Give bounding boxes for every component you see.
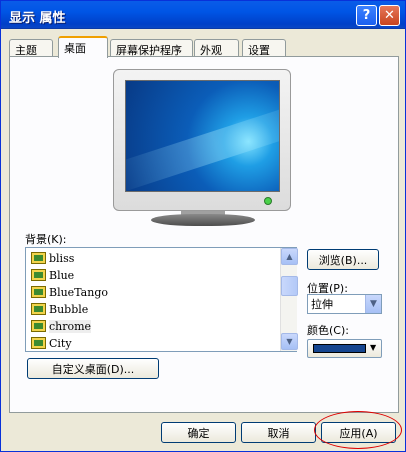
image-file-icon bbox=[31, 286, 46, 298]
chevron-down-icon: ▼ bbox=[370, 343, 377, 352]
customize-desktop-button[interactable]: 自定义桌面(D)... bbox=[27, 358, 159, 379]
list-item[interactable]: Blue bbox=[31, 267, 74, 283]
list-item[interactable]: Bubble bbox=[31, 301, 88, 317]
help-button[interactable]: ? bbox=[356, 5, 377, 26]
ok-button[interactable]: 确定 bbox=[161, 422, 236, 443]
color-swatch bbox=[313, 344, 366, 353]
chevron-down-icon[interactable]: ▼ bbox=[365, 295, 381, 313]
image-file-icon bbox=[31, 320, 46, 332]
color-picker-button[interactable]: ▼ bbox=[307, 339, 382, 358]
background-listbox[interactable]: bliss Blue BlueTango Bubble chrome City … bbox=[25, 247, 298, 352]
help-icon: ? bbox=[362, 8, 371, 23]
scroll-thumb[interactable] bbox=[281, 276, 298, 296]
browse-button[interactable]: 浏览(B)... bbox=[307, 249, 379, 270]
cancel-button[interactable]: 取消 bbox=[241, 422, 316, 443]
image-file-icon bbox=[31, 337, 46, 349]
window-title: 显示 属性 bbox=[9, 11, 66, 26]
scroll-up-icon[interactable]: ▲ bbox=[281, 248, 298, 265]
position-select[interactable]: 拉伸 ▼ bbox=[307, 294, 382, 314]
power-led-icon bbox=[264, 197, 272, 205]
image-file-icon bbox=[31, 269, 46, 281]
tab-themes[interactable]: 主题 bbox=[9, 39, 53, 57]
monitor-stand bbox=[151, 214, 255, 226]
list-item[interactable]: City bbox=[31, 335, 72, 351]
image-file-icon bbox=[31, 252, 46, 264]
close-icon: ✕ bbox=[384, 8, 395, 23]
tab-desktop[interactable]: 桌面 bbox=[58, 36, 108, 58]
tab-settings[interactable]: 设置 bbox=[242, 39, 286, 57]
list-item[interactable]: BlueTango bbox=[31, 284, 108, 300]
position-value: 拉伸 bbox=[311, 298, 333, 311]
title-bar[interactable]: 显示 属性 ? ✕ bbox=[1, 1, 405, 29]
list-item-selected[interactable]: chrome bbox=[31, 318, 92, 334]
color-label: 颜色(C): bbox=[307, 324, 349, 337]
list-item[interactable]: bliss bbox=[31, 250, 74, 266]
background-label: 背景(K): bbox=[25, 233, 67, 246]
image-file-icon bbox=[31, 303, 46, 315]
vertical-scrollbar[interactable]: ▲ ▼ bbox=[280, 248, 298, 351]
display-properties-window: 显示 属性 ? ✕ 主题 桌面 屏幕保护程序 外观 设置 背景(K): blis… bbox=[0, 0, 406, 452]
tab-appearance[interactable]: 外观 bbox=[194, 39, 239, 57]
close-button[interactable]: ✕ bbox=[379, 5, 400, 26]
wallpaper-preview bbox=[125, 80, 280, 192]
highlight-circle bbox=[314, 411, 402, 449]
scroll-down-icon[interactable]: ▼ bbox=[281, 333, 298, 350]
monitor-preview bbox=[113, 69, 291, 211]
tab-screensaver[interactable]: 屏幕保护程序 bbox=[110, 39, 193, 57]
